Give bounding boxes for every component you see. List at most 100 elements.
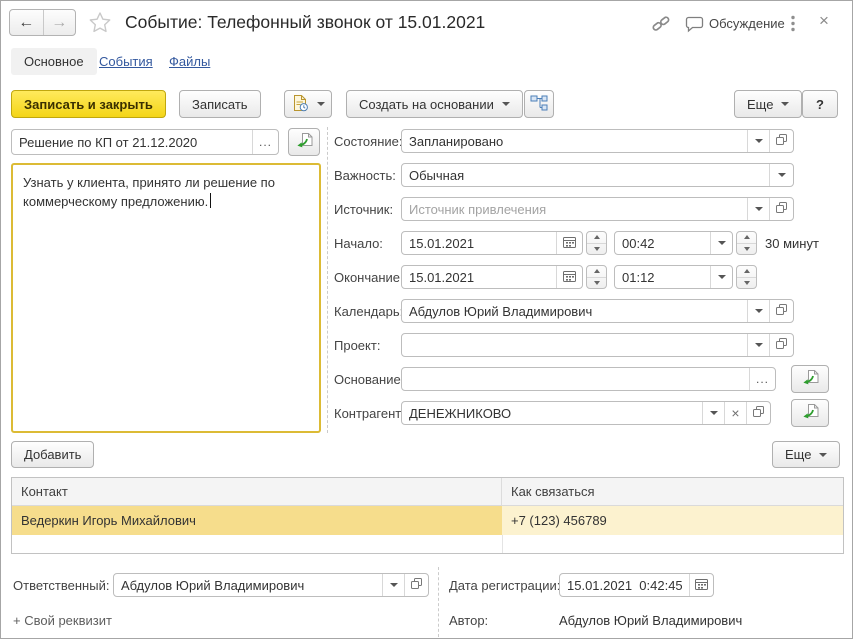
end-time-dropdown-button[interactable] xyxy=(710,266,732,288)
open-in-form-icon xyxy=(775,133,788,149)
save-button[interactable]: Записать xyxy=(179,90,261,118)
discussion-icon[interactable] xyxy=(685,16,704,36)
fill-from-basis-button[interactable] xyxy=(791,365,829,393)
start-label: Начало: xyxy=(334,231,383,255)
counterparty-clear-button[interactable]: × xyxy=(724,402,746,424)
get-link-icon[interactable] xyxy=(651,14,671,37)
table-row[interactable]: Ведеркин Игорь Михайлович +7 (123) 45678… xyxy=(12,506,843,535)
end-date-calendar-button[interactable] xyxy=(556,266,582,288)
state-combobox[interactable] xyxy=(401,129,794,153)
save-and-close-button[interactable]: Записать и закрыть xyxy=(11,90,166,118)
subject-select-button[interactable]: ... xyxy=(252,130,278,154)
calendar-dropdown-button[interactable] xyxy=(747,300,769,322)
back-button[interactable]: ← xyxy=(10,10,43,35)
registration-calendar-button[interactable] xyxy=(689,574,713,596)
start-time-field[interactable] xyxy=(614,231,733,255)
state-input[interactable] xyxy=(402,130,747,152)
source-combobox[interactable] xyxy=(401,197,794,221)
help-button[interactable]: ? xyxy=(802,90,838,118)
source-dropdown-button[interactable] xyxy=(747,198,769,220)
counterparty-open-button[interactable] xyxy=(746,402,770,424)
author-value: Абдулов Юрий Владимирович xyxy=(559,608,742,632)
start-time-input[interactable] xyxy=(615,232,710,254)
end-time-spinner[interactable] xyxy=(736,265,757,289)
basis-input[interactable] xyxy=(402,368,749,390)
calendar-open-button[interactable] xyxy=(769,300,793,322)
counterparty-combobox[interactable]: × xyxy=(401,401,771,425)
registration-date-input[interactable] xyxy=(560,574,689,596)
tab-main[interactable]: Основное xyxy=(11,48,97,75)
source-input[interactable] xyxy=(402,198,747,220)
related-documents-button[interactable] xyxy=(524,90,554,118)
spin-up[interactable] xyxy=(737,266,756,277)
calendar-combobox[interactable] xyxy=(401,299,794,323)
end-date-input[interactable] xyxy=(402,266,556,288)
spin-up[interactable] xyxy=(737,232,756,243)
source-open-button[interactable] xyxy=(769,198,793,220)
state-dropdown-button[interactable] xyxy=(747,130,769,152)
subject-input[interactable] xyxy=(12,130,252,154)
importance-input[interactable] xyxy=(402,164,769,186)
importance-dropdown-button[interactable] xyxy=(769,164,793,186)
spin-down[interactable] xyxy=(587,277,606,289)
basis-select-button[interactable]: ... xyxy=(749,368,775,390)
counterparty-label: Контрагент: xyxy=(334,401,405,425)
more-menu-dots-icon[interactable] xyxy=(791,15,795,35)
project-label: Проект: xyxy=(334,333,380,357)
favorite-star-icon[interactable] xyxy=(88,11,112,37)
end-time-field[interactable] xyxy=(614,265,733,289)
basis-field[interactable]: ... xyxy=(401,367,776,391)
responsible-open-button[interactable] xyxy=(404,574,428,596)
end-time-input[interactable] xyxy=(615,266,710,288)
column-divider xyxy=(327,127,328,433)
project-combobox[interactable] xyxy=(401,333,794,357)
fill-from-counterparty-button[interactable] xyxy=(791,399,829,427)
responsible-dropdown-button[interactable] xyxy=(382,574,404,596)
project-open-button[interactable] xyxy=(769,334,793,356)
basis-label: Основание: xyxy=(334,367,404,391)
reminder-split-button[interactable] xyxy=(284,90,332,118)
end-date-field[interactable] xyxy=(401,265,583,289)
more-actions-button[interactable]: Еще xyxy=(734,90,802,118)
calendar-input[interactable] xyxy=(402,300,747,322)
fill-from-subject-button[interactable] xyxy=(288,128,320,156)
counterparty-input[interactable] xyxy=(402,402,702,424)
start-date-spinner[interactable] xyxy=(586,231,607,255)
add-contact-button[interactable]: Добавить xyxy=(11,441,94,468)
description-textarea[interactable]: Узнать у клиента, принято ли решение по … xyxy=(11,163,321,433)
contact-cell[interactable]: Ведеркин Игорь Михайлович xyxy=(12,506,502,535)
start-date-field[interactable] xyxy=(401,231,583,255)
responsible-combobox[interactable] xyxy=(113,573,429,597)
start-time-dropdown-button[interactable] xyxy=(710,232,732,254)
registration-date-field[interactable] xyxy=(559,573,714,597)
tab-events[interactable]: События xyxy=(99,54,153,69)
forward-button[interactable]: → xyxy=(43,10,76,35)
state-open-button[interactable] xyxy=(769,130,793,152)
column-header-contact[interactable]: Контакт xyxy=(12,478,502,505)
start-date-input[interactable] xyxy=(402,232,556,254)
spin-up[interactable] xyxy=(587,232,606,243)
calendar-icon xyxy=(694,577,709,594)
close-icon[interactable]: × xyxy=(819,11,829,31)
project-dropdown-button[interactable] xyxy=(747,334,769,356)
project-input[interactable] xyxy=(402,334,747,356)
chevron-down-icon xyxy=(755,343,763,351)
end-date-spinner[interactable] xyxy=(586,265,607,289)
discussion-link[interactable]: Обсуждение xyxy=(709,16,785,31)
responsible-input[interactable] xyxy=(114,574,382,596)
start-date-calendar-button[interactable] xyxy=(556,232,582,254)
importance-combobox[interactable] xyxy=(401,163,794,187)
spin-down[interactable] xyxy=(737,277,756,289)
create-based-on-button[interactable]: Создать на основании xyxy=(346,90,523,118)
subject-field[interactable]: ... xyxy=(11,129,279,155)
spin-down[interactable] xyxy=(737,243,756,255)
spin-down[interactable] xyxy=(587,243,606,255)
spin-up[interactable] xyxy=(587,266,606,277)
column-header-how-to-contact[interactable]: Как связаться xyxy=(502,478,843,505)
custom-attribute-link[interactable]: + Свой реквизит xyxy=(13,608,112,632)
contacts-more-button[interactable]: Еще xyxy=(772,441,840,468)
start-time-spinner[interactable] xyxy=(736,231,757,255)
counterparty-dropdown-button[interactable] xyxy=(702,402,724,424)
tab-files[interactable]: Файлы xyxy=(169,54,210,69)
how-to-contact-cell[interactable]: +7 (123) 456789 xyxy=(502,506,843,535)
